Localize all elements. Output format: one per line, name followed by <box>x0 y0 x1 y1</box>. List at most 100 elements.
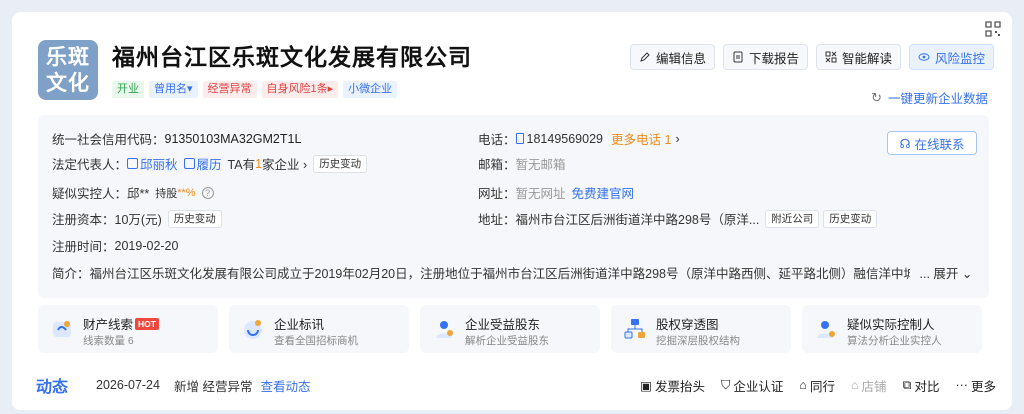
peers-button[interactable]: ⌂ 同行 <box>799 376 835 395</box>
ai-icon <box>825 51 837 63</box>
shield-icon: ⛉ <box>720 377 731 392</box>
bid-icon <box>244 320 262 339</box>
controller-row: 疑似实控人： 邱** 持股 **% ? <box>52 183 214 202</box>
refresh-data-link[interactable]: ↻ 一键更新企业数据 <box>871 88 988 107</box>
feature-title: 企业受益股东 <box>465 318 541 332</box>
download-report-button[interactable]: 下载报告 <box>722 44 808 70</box>
tool-label: 更多 <box>970 379 996 394</box>
tag-abnormal[interactable]: 经营异常 <box>202 81 257 98</box>
website-row: 网址： 暂无网址 免费建官网 <box>478 183 634 202</box>
feature-equity-chart[interactable]: 股权穿透图 挖掘深层股权结构 <box>611 305 791 353</box>
company-logo: 乐斑 文化 <box>38 40 98 100</box>
peer-icon: ⌂ <box>799 378 807 392</box>
store-icon: ⌂ <box>850 378 859 392</box>
capital-history-chip[interactable]: 历史变动 <box>167 209 222 228</box>
property-icon <box>53 321 71 337</box>
credit-code-value: 91350103MA32GM2T1L <box>164 131 302 146</box>
hot-badge: HOT <box>135 317 159 330</box>
email-value: 暂无邮箱 <box>515 158 566 172</box>
refresh-label: 一键更新企业数据 <box>887 92 988 106</box>
controller-name: 邱** <box>127 187 150 201</box>
feature-subtitle: 挖掘深层股权结构 <box>656 335 740 347</box>
person-icon <box>127 158 139 169</box>
tag-risk[interactable]: 自身风险1条▸ <box>261 81 339 98</box>
address-value: 福州市台江区后洲街道洋中路298号（原洋... <box>515 213 760 227</box>
invoice-icon: ▣ <box>640 378 652 393</box>
shareholder-icon <box>436 321 453 338</box>
dynamics-text: 新增 经营异常 <box>173 379 253 394</box>
tag-former-name[interactable]: 曾用名▾ <box>149 81 198 98</box>
tool-label: 企业认证 <box>733 379 784 394</box>
legal-rep-history-chip[interactable]: 历史变动 <box>313 154 368 173</box>
qr-code-icon[interactable] <box>984 20 1002 38</box>
intro-label: 简介： <box>52 267 90 281</box>
online-contact-label: 在线联系 <box>914 137 965 152</box>
edit-icon <box>640 52 650 62</box>
more-button[interactable]: ··· 更多 <box>955 376 996 395</box>
company-card: 乐斑 文化 福州台江区乐斑文化发展有限公司 开业 曾用名▾ 经营异常 自身风险1… <box>12 12 1012 410</box>
view-dynamics-link[interactable]: 查看动态 <box>260 376 310 395</box>
tool-label: 对比 <box>914 379 940 394</box>
compare-icon: ⧉ <box>902 377 912 392</box>
feature-subtitle: 线索数量 6 <box>83 335 134 347</box>
status-tags: 开业 曾用名▾ 经营异常 自身风险1条▸ 小微企业 <box>112 81 398 98</box>
refresh-icon: ↻ <box>871 89 882 105</box>
feature-title: 疑似实际控制人 <box>847 318 935 332</box>
legal-rep-name[interactable]: 邱丽秋 <box>140 154 178 173</box>
legal-rep-extra-count[interactable]: 1 <box>255 157 262 171</box>
phone-value[interactable]: 18149569029 <box>527 132 603 146</box>
document-icon <box>733 51 743 63</box>
logo-text-line1: 乐斑 <box>46 45 90 69</box>
ai-interpret-button[interactable]: 智能解读 <box>815 44 901 70</box>
feature-cards: 财产线索 HOT 线索数量 6 企业标讯 查看全国招标商机 企业受益股东 解析企业… <box>38 305 982 353</box>
edit-info-label: 编辑信息 <box>655 51 706 66</box>
legal-rep-extra-prefix[interactable]: TA有 <box>228 154 256 173</box>
more-phone-link[interactable]: 更多电话 1 <box>611 129 671 148</box>
company-name: 福州台江区乐斑文化发展有限公司 <box>112 44 472 70</box>
legal-rep-resume[interactable]: 履历 <box>197 154 222 173</box>
risk-monitor-label: 风险监控 <box>934 51 985 66</box>
company-verify-button[interactable]: ⛉ 企业认证 <box>721 376 783 395</box>
eye-icon <box>918 53 930 61</box>
address-row: 地址： 福州市台江区后洲街道洋中路298号（原洋... 附近公司 历史变动 <box>478 209 878 228</box>
controller-label: 疑似实控人： <box>52 187 128 201</box>
email-label: 邮箱： <box>478 158 516 172</box>
download-report-label: 下载报告 <box>748 51 799 66</box>
dynamics-title: 动态 <box>36 379 69 396</box>
feature-property-clues[interactable]: 财产线索 HOT 线索数量 6 <box>38 305 218 353</box>
legal-rep-row: 法定代表人： 邱丽秋 履历 TA有 1 家企业 › 历史变动 <box>52 154 368 173</box>
online-contact-button[interactable]: ☊ 在线联系 <box>887 131 977 155</box>
nearby-companies-chip[interactable]: 附近公司 <box>765 209 820 228</box>
controller-hold: 持股 <box>155 187 178 200</box>
chevron-right-icon: › <box>675 131 680 146</box>
reg-date-row: 注册时间： 2019-02-20 <box>52 236 178 255</box>
resume-icon <box>183 158 195 169</box>
headset-icon: ☊ <box>899 136 911 151</box>
phone-row: 电话： 18149569029 更多电话 1 › <box>478 129 680 148</box>
feature-actual-controller[interactable]: 疑似实际控制人 算法分析企业实控人 <box>802 305 982 353</box>
compare-button[interactable]: ⧉ 对比 <box>903 376 940 395</box>
email-row: 邮箱： 暂无邮箱 <box>478 154 566 173</box>
credit-code-label: 统一社会信用代码： <box>52 133 165 147</box>
info-panel: 统一社会信用代码： 91350103MA32GM2T1L 法定代表人： 邱丽秋 … <box>38 115 989 298</box>
intro-text: 福州台江区乐斑文化发展有限公司成立于2019年02月20日，注册地位于福州市台江… <box>89 267 910 281</box>
edit-info-button[interactable]: 编辑信息 <box>629 44 715 70</box>
capital-row: 注册资本： 10万(元) 历史变动 <box>52 209 222 228</box>
address-label: 地址： <box>478 213 516 227</box>
risk-monitor-button[interactable]: 风险监控 <box>908 44 994 70</box>
address-history-chip[interactable]: 历史变动 <box>823 209 878 228</box>
ai-interpret-label: 智能解读 <box>841 51 892 66</box>
expand-intro-button[interactable]: ... 展开 ⌄ <box>920 263 973 282</box>
help-icon[interactable]: ? <box>201 186 214 199</box>
website-value: 暂无网址 <box>515 187 566 201</box>
invoice-title-button[interactable]: ▣ 发票抬头 <box>640 376 705 395</box>
feature-beneficiary[interactable]: 企业受益股东 解析企业受益股东 <box>420 305 600 353</box>
legal-rep-extra-suffix[interactable]: 家企业 › <box>262 154 307 173</box>
controller-icon <box>817 321 835 338</box>
phone-icon <box>515 133 524 144</box>
logo-text-line2: 文化 <box>46 71 90 95</box>
feature-title: 企业标讯 <box>274 318 325 332</box>
store-button[interactable]: ⌂ 店铺 <box>851 376 887 395</box>
feature-bid-info[interactable]: 企业标讯 查看全国招标商机 <box>229 305 409 353</box>
build-website-link[interactable]: 免费建官网 <box>572 183 635 202</box>
